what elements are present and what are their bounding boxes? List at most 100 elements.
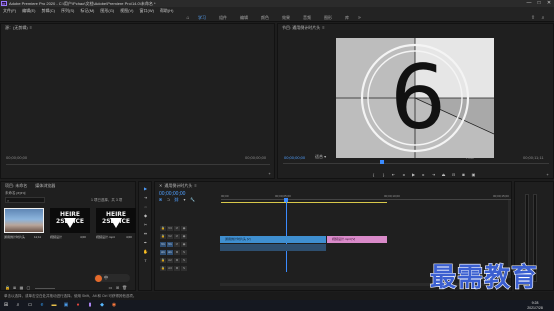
premiere-taskbar-icon[interactable]: ▮ bbox=[86, 302, 94, 309]
source-patch-v1[interactable]: V1 bbox=[160, 242, 166, 247]
program-fit-select[interactable]: 适合 ▾ bbox=[315, 154, 326, 160]
clip-countdown-v1[interactable]: 通用倒计时片头 [V] bbox=[220, 236, 326, 243]
workspace-tab-audio[interactable]: 音频 bbox=[303, 15, 311, 21]
eye-icon[interactable]: ◉ bbox=[181, 234, 187, 239]
play-button[interactable]: ▶ bbox=[410, 172, 417, 178]
workspace-tab-color[interactable]: 颜色 bbox=[261, 15, 269, 21]
track-lock-icon[interactable]: 🔒 bbox=[160, 234, 166, 239]
linked-selection-icon[interactable]: ⛓ bbox=[173, 197, 180, 203]
maximize-button[interactable]: □ bbox=[534, 0, 544, 7]
hand-tool-icon[interactable]: ✋ bbox=[142, 249, 149, 255]
menu-file[interactable]: 文件(F) bbox=[3, 8, 16, 14]
ripple-edit-tool-icon[interactable]: ⇔ bbox=[142, 204, 149, 210]
work-area-bar[interactable] bbox=[221, 202, 387, 203]
zoom-slider[interactable] bbox=[35, 288, 55, 289]
step-forward-button[interactable]: ▸ bbox=[420, 172, 427, 178]
clear-icon[interactable]: 🗑 bbox=[121, 285, 128, 291]
add-marker-icon[interactable]: ▾ bbox=[181, 197, 188, 203]
track-select-tool-icon[interactable]: ⇥ bbox=[142, 195, 149, 201]
ime-toolbar[interactable]: 中 bbox=[94, 274, 130, 282]
new-item-icon[interactable]: ⊞ bbox=[114, 285, 121, 291]
export-frame-icon[interactable]: ◙ bbox=[460, 172, 467, 178]
lock-icon[interactable]: 🔒 bbox=[4, 285, 11, 291]
minimize-button[interactable]: — bbox=[524, 0, 534, 7]
extract-button[interactable]: ⊟ bbox=[450, 172, 457, 178]
menu-graphics[interactable]: 图形(G) bbox=[100, 8, 114, 14]
edge-browser-icon[interactable]: e bbox=[38, 302, 46, 309]
thumbnail-video-design-mp4[interactable]: HEIRE 2SERICE bbox=[96, 208, 136, 233]
panel-menu-icon[interactable]: ≡ bbox=[322, 25, 324, 30]
track-target-button[interactable]: V3 bbox=[167, 226, 173, 231]
workspace-tab-libraries[interactable]: 库 bbox=[345, 15, 349, 21]
nest-icon[interactable]: ⌘ bbox=[157, 197, 164, 203]
track-lock-icon[interactable]: 🔒 bbox=[160, 258, 166, 263]
tab-media-browser[interactable]: 媒体浏览器 bbox=[35, 183, 55, 189]
track-lock-icon[interactable]: 🔒 bbox=[160, 226, 166, 231]
thumbnail-video-design-seq[interactable]: HEIRE 2SERICE bbox=[50, 208, 90, 233]
comparison-view-icon[interactable]: ▣ bbox=[470, 172, 477, 178]
snap-icon[interactable]: ⊃ bbox=[165, 197, 172, 203]
panel-menu-icon[interactable]: ≡ bbox=[30, 25, 32, 30]
freeform-view-icon[interactable]: ▢ bbox=[25, 285, 32, 291]
share-icon[interactable]: ⇪ bbox=[530, 15, 536, 21]
search-icon[interactable]: ⌕ bbox=[540, 15, 546, 21]
mute-button[interactable]: M bbox=[174, 250, 180, 255]
sync-lock-icon[interactable]: ⇌ bbox=[174, 242, 180, 247]
selection-tool-icon[interactable]: ▶ bbox=[142, 186, 149, 192]
razor-tool-icon[interactable]: ✂ bbox=[142, 222, 149, 228]
menu-clip[interactable]: 剪辑(C) bbox=[41, 8, 55, 14]
source-patch-a1[interactable]: A1 bbox=[160, 250, 166, 255]
workspace-tab-editing[interactable]: 编辑 bbox=[240, 15, 248, 21]
program-scrubber[interactable] bbox=[283, 163, 549, 164]
mute-button[interactable]: M bbox=[174, 266, 180, 271]
menu-marker[interactable]: 标记(M) bbox=[80, 8, 94, 14]
solo-button[interactable]: S bbox=[181, 258, 187, 263]
workspace-tab-graphics[interactable]: 图形 bbox=[324, 15, 332, 21]
app-icon[interactable]: ◆ bbox=[98, 302, 106, 309]
eye-icon[interactable]: ◉ bbox=[181, 242, 187, 247]
wrench-icon[interactable]: 🔧 bbox=[189, 197, 196, 203]
tab-project[interactable]: 项目: 未命名 bbox=[5, 183, 27, 189]
close-button[interactable]: ✕ bbox=[544, 0, 554, 7]
windows-start-icon[interactable]: ⊞ bbox=[2, 302, 10, 309]
sync-lock-icon[interactable]: ⇌ bbox=[174, 226, 180, 231]
home-icon[interactable]: ⌂ bbox=[185, 15, 191, 21]
timeline-ruler[interactable]: 00;00 00;00;05;00 00;00;10;00 00;00;15;0… bbox=[221, 194, 511, 200]
app-icon[interactable]: ● bbox=[74, 302, 82, 309]
mute-button[interactable]: M bbox=[174, 258, 180, 263]
type-tool-icon[interactable]: T bbox=[142, 258, 149, 264]
source-add-button[interactable]: + bbox=[266, 171, 273, 177]
menu-sequence[interactable]: 序列(S) bbox=[61, 8, 74, 14]
menu-edit[interactable]: 编辑(E) bbox=[22, 8, 35, 14]
track-target-button[interactable]: A2 bbox=[167, 258, 173, 263]
search-icon[interactable]: ⌕ bbox=[14, 302, 22, 309]
lift-button[interactable]: ⏏ bbox=[440, 172, 447, 178]
menu-help[interactable]: 帮助(H) bbox=[160, 8, 174, 14]
rate-stretch-tool-icon[interactable]: ◆ bbox=[142, 213, 149, 219]
eye-icon[interactable]: ◉ bbox=[181, 226, 187, 231]
clip-video-design-v1[interactable]: 视频设计.mp4 [V] bbox=[327, 236, 387, 243]
workspace-more-button[interactable]: » bbox=[358, 14, 361, 22]
task-view-icon[interactable]: ▭ bbox=[26, 302, 34, 309]
menu-window[interactable]: 窗口(W) bbox=[139, 8, 153, 14]
icon-view-icon[interactable]: ▦ bbox=[18, 285, 25, 291]
track-target-button[interactable]: A3 bbox=[167, 266, 173, 271]
go-to-in-button[interactable]: ⇤ bbox=[390, 172, 397, 178]
close-icon[interactable]: ✕ bbox=[159, 183, 162, 188]
mark-out-button[interactable]: } bbox=[380, 172, 387, 178]
program-add-button[interactable]: + bbox=[544, 172, 551, 178]
app-icon[interactable]: ◉ bbox=[110, 302, 118, 309]
step-back-button[interactable]: ◂ bbox=[400, 172, 407, 178]
track-lock-icon[interactable]: 🔒 bbox=[160, 266, 166, 271]
list-view-icon[interactable]: ≣ bbox=[11, 285, 18, 291]
panel-menu-icon[interactable]: ≡ bbox=[194, 183, 196, 188]
track-target-button[interactable]: V2 bbox=[167, 234, 173, 239]
thumbnail-countdown[interactable] bbox=[4, 208, 44, 233]
solo-button[interactable]: S bbox=[181, 266, 187, 271]
store-icon[interactable]: ▣ bbox=[62, 302, 70, 309]
menu-view[interactable]: 视图(V) bbox=[120, 8, 133, 14]
track-target-button[interactable]: A1 bbox=[167, 250, 173, 255]
new-bin-icon[interactable]: ▭ bbox=[107, 285, 114, 291]
track-target-button[interactable]: V1 bbox=[167, 242, 173, 247]
program-timecode[interactable]: 00;00;00;00 bbox=[284, 155, 305, 160]
